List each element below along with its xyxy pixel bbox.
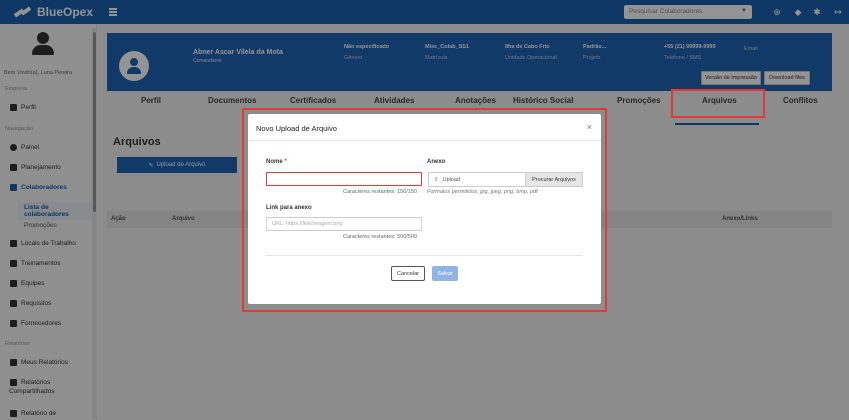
nome-label: Nome *: [266, 159, 287, 165]
modal-header: Novo Upload de Arquivo ×: [248, 114, 601, 141]
close-icon[interactable]: ×: [587, 122, 592, 132]
link-counter: Caracteres restantes: 500/500: [343, 234, 417, 240]
save-button[interactable]: Salvar: [432, 266, 458, 281]
anexo-label: Anexo: [427, 159, 446, 165]
link-input[interactable]: URL: https://link/imagem.png: [266, 217, 422, 231]
nome-input[interactable]: [266, 172, 422, 186]
required-marker: *: [284, 159, 287, 165]
file-upload-field[interactable]: ⇪ Upload Procurar Arquivos: [428, 172, 583, 187]
browse-files-button[interactable]: Procurar Arquivos: [525, 173, 582, 186]
cancel-button[interactable]: Cancelar: [391, 266, 425, 281]
formats-hint: Formatos permitidos: jpg, jpeg, png, bmp…: [427, 189, 538, 195]
upload-icon: ⇪: [434, 176, 439, 183]
tab-arquivos-highlight: [671, 89, 765, 118]
modal-title: Novo Upload de Arquivo: [256, 124, 337, 133]
nome-counter: Caracteres restantes: 150/150: [343, 189, 417, 195]
upload-display[interactable]: ⇪ Upload: [429, 173, 525, 186]
modal-divider: [265, 255, 583, 256]
link-label: Link para anexo: [266, 205, 312, 211]
